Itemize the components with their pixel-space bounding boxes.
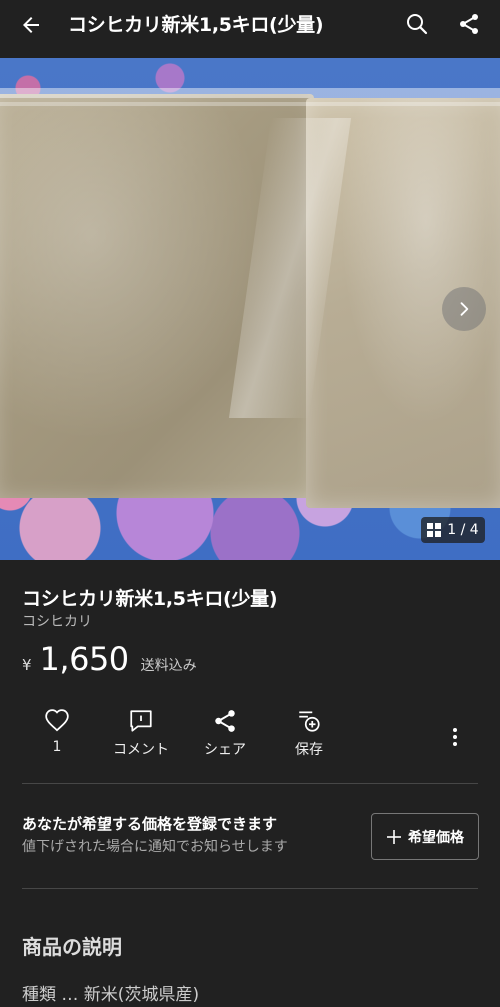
comment-button[interactable]: コメント: [101, 706, 181, 759]
price-row: ¥ 1,650 送料込み: [22, 640, 197, 678]
arrow-left-icon: [23, 17, 39, 33]
page-title: コシヒカリ新米1,5キロ(少量): [68, 14, 324, 36]
chevron-right-icon: [460, 302, 469, 316]
heart-icon: [45, 709, 69, 732]
item-name: コシヒカリ新米1,5キロ(少量): [22, 588, 278, 610]
save-button[interactable]: 保存: [269, 706, 349, 759]
description-line: 種類 … 新米(茨城県産): [22, 985, 200, 1005]
shipping-label: 送料込み: [140, 658, 197, 674]
share-action-button[interactable]: シェア: [185, 706, 265, 759]
save-list-icon: [299, 711, 320, 732]
more-vertical-icon: [453, 728, 457, 746]
item-price: 1,650: [39, 640, 130, 678]
next-photo-button[interactable]: [442, 287, 486, 331]
photo-counter-text: 1 / 4: [447, 522, 479, 538]
like-count: 1: [52, 739, 62, 755]
offer-subtitle: 値下げされた場合に通知でお知らせします: [22, 839, 288, 855]
bag-zipper: [0, 88, 500, 98]
product-photo[interactable]: 1 / 4: [0, 58, 500, 560]
like-button[interactable]: 1: [17, 706, 97, 755]
photo-counter[interactable]: 1 / 4: [421, 517, 485, 543]
app-bar: コシヒカリ新米1,5キロ(少量): [0, 0, 500, 50]
divider: [22, 783, 478, 784]
comment-icon: [130, 710, 152, 732]
action-row: 1 コメント シェア 保存: [0, 706, 500, 766]
offer-button-label: 希望価格: [408, 829, 464, 846]
description-heading: 商品の説明: [22, 935, 122, 959]
share-button[interactable]: [453, 8, 485, 40]
comment-label: コメント: [113, 742, 169, 758]
save-label: 保存: [295, 742, 323, 758]
offer-title: あなたが希望する価格を登録できます: [22, 815, 278, 833]
back-button[interactable]: [14, 9, 48, 41]
search-button[interactable]: [401, 8, 433, 40]
item-brand[interactable]: コシヒカリ: [22, 611, 92, 631]
bag-zipper-line: [0, 102, 500, 106]
currency-symbol: ¥: [22, 656, 32, 674]
share-icon: [215, 710, 235, 732]
plus-icon: [387, 829, 401, 844]
divider: [22, 888, 478, 889]
more-options-button[interactable]: [440, 722, 470, 752]
grid-icon: [427, 523, 442, 537]
offer-price-button[interactable]: 希望価格: [371, 813, 479, 860]
search-icon: [407, 14, 428, 35]
share-label: シェア: [204, 742, 246, 758]
share-icon: [460, 14, 478, 34]
